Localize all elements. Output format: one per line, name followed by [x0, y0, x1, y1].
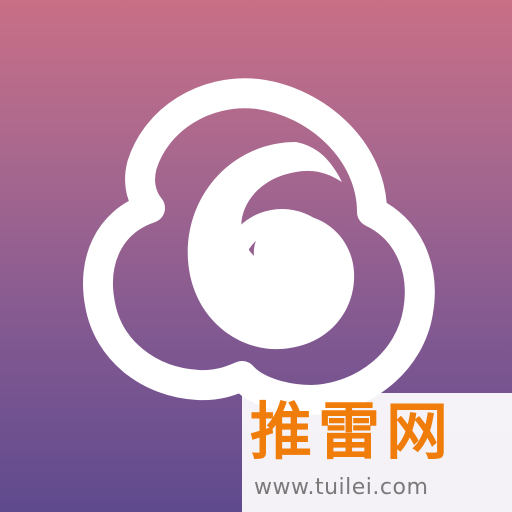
app-icon: 推雷网 www.tuilei.com [0, 0, 512, 512]
watermark-url: www.tuilei.com [254, 475, 429, 500]
watermark-brand: 推雷网 [250, 395, 455, 468]
watermark: 推雷网 www.tuilei.com [242, 393, 512, 512]
